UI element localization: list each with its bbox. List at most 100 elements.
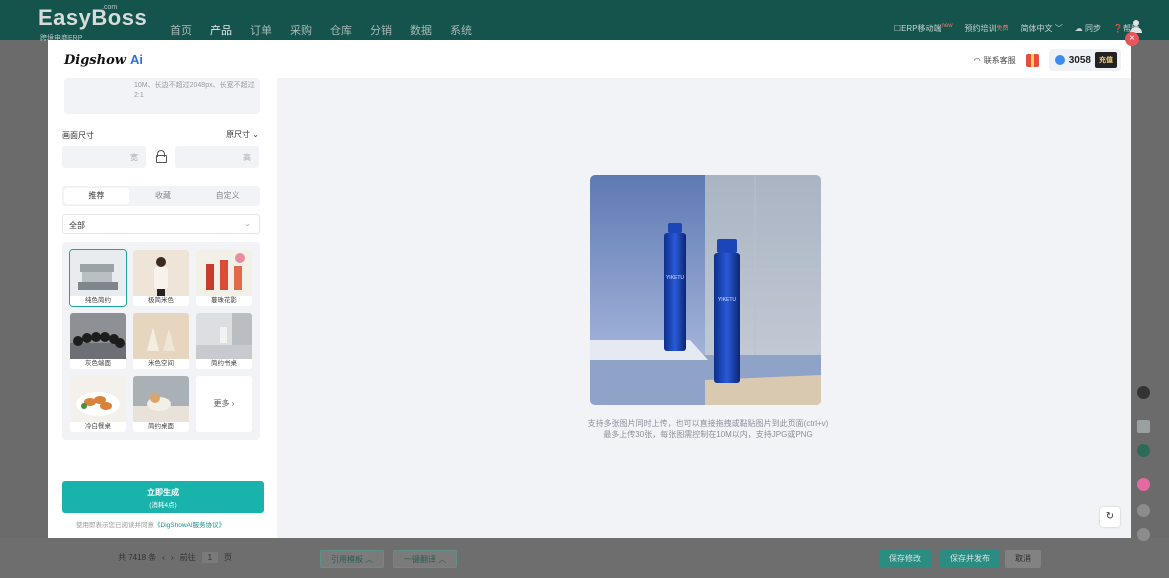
headset-icon: ◠ xyxy=(973,55,981,65)
template-label: 冷白餐桌 xyxy=(70,422,126,432)
tab-favorites[interactable]: 收藏 xyxy=(131,186,196,206)
logo-ai: Ai xyxy=(129,52,143,67)
template-card[interactable]: 冷白餐桌 xyxy=(70,376,126,432)
template-thumbnail xyxy=(70,376,126,422)
template-label: 灰色端面 xyxy=(70,359,126,369)
template-thumbnail xyxy=(133,376,189,422)
modal-header: Digshow Ai ◠ 联系客服 3058 充值 xyxy=(48,40,1131,78)
bottle-brand-left: YIKETU xyxy=(666,275,684,281)
template-thumbnail xyxy=(70,250,126,296)
digshow-modal: Digshow Ai ◠ 联系客服 3058 充值 10M、长边不超过2048px、… xyxy=(48,40,1131,538)
question-icon: ❓ xyxy=(1113,24,1123,33)
chevron-down-icon: ⌄ xyxy=(252,130,259,139)
template-thumbnail xyxy=(196,313,252,359)
menu-warehouse[interactable]: 仓库 xyxy=(330,22,352,38)
save-publish-button[interactable]: 保存并发布 xyxy=(940,550,1000,568)
save-edit-button[interactable]: 保存修改 xyxy=(879,550,931,568)
upload-hint-line2: 最多上传30张，每张图需控制在10M以内，支持JPG或PNG xyxy=(603,430,813,439)
top-icon[interactable] xyxy=(1137,528,1150,541)
promo-icon[interactable] xyxy=(1137,478,1150,491)
menu-data[interactable]: 数据 xyxy=(410,22,432,38)
header-actions: ◠ 联系客服 3058 充值 xyxy=(974,49,1121,71)
menu-products[interactable]: 产品 xyxy=(210,22,232,38)
cite-template-button[interactable]: 引用模板 ︿ xyxy=(320,550,385,568)
document-icon[interactable] xyxy=(1137,420,1150,433)
template-thumbnail xyxy=(70,313,126,359)
upload-hint: 10M、长边不超过2048px、长宽不超过2:1 xyxy=(134,82,255,99)
template-card[interactable]: 米色空间 xyxy=(133,313,189,369)
cite-template-label: 引用模板 xyxy=(331,555,363,564)
translate-button[interactable]: 一键翻译 ︿ xyxy=(393,550,458,568)
chat-icon[interactable] xyxy=(1137,444,1150,457)
upload-hint-line1: 支持多张图片同时上传，也可以直接拖拽或黏贴图片到此页面(ctrl+v) xyxy=(587,419,829,428)
menu-orders[interactable]: 订单 xyxy=(250,22,272,38)
nav-right: ☐ERP移动端new 预约培训免费 简体中文 ﹀ ☁ 同步 ❓帮助 xyxy=(894,23,1139,34)
width-input[interactable]: 宽 xyxy=(62,146,146,168)
page-input[interactable]: 1 xyxy=(201,552,219,563)
brand-domain: .com xyxy=(102,4,118,11)
template-card[interactable]: 灰色端面 xyxy=(70,313,126,369)
logo-text: Digshow xyxy=(64,53,126,68)
template-card[interactable]: 简约书桌 xyxy=(196,313,252,369)
template-label: 极简米色 xyxy=(133,296,189,306)
recharge-button[interactable]: 充值 xyxy=(1095,52,1117,68)
template-label: 蔓珠花影 xyxy=(196,296,252,306)
upload-area[interactable]: 10M、长边不超过2048px、长宽不超过2:1 xyxy=(64,78,260,114)
menu-home[interactable]: 首页 xyxy=(170,22,192,38)
chevron-up-icon: ︿ xyxy=(438,555,447,564)
product-preview-image[interactable]: YIKETU YIKETU xyxy=(590,175,821,405)
height-input[interactable]: 高 xyxy=(175,146,259,168)
template-thumbnail xyxy=(196,250,252,296)
canvas-size-value: 原尺寸 xyxy=(226,130,251,139)
template-label: 简约桌面 xyxy=(133,422,189,432)
template-card[interactable]: 极简米色 xyxy=(133,250,189,306)
category-value: 全部 xyxy=(69,221,85,230)
tab-recommended[interactable]: 推荐 xyxy=(64,188,129,204)
prev-page-icon[interactable]: ‹ xyxy=(162,553,165,562)
chevron-down-icon: ﹀ xyxy=(1054,24,1063,33)
generate-cost: (消耗4点) xyxy=(149,502,177,509)
close-icon[interactable]: × xyxy=(1125,32,1139,46)
language-select[interactable]: 简体中文 ﹀ xyxy=(1021,23,1063,34)
top-navigation: EasyBoss .com 跨境电商ERP 首页 产品 订单 采购 仓库 分销 … xyxy=(0,0,1169,42)
canvas-size-label: 画面尺寸 xyxy=(62,131,94,140)
sync-link[interactable]: ☁ 同步 xyxy=(1075,23,1101,34)
next-page-icon[interactable]: › xyxy=(171,553,174,562)
generate-button[interactable]: 立即生成 (消耗4点) xyxy=(62,481,264,513)
template-label: 米色空间 xyxy=(133,359,189,369)
robot-icon[interactable] xyxy=(1137,386,1150,399)
menu-purchase[interactable]: 采购 xyxy=(290,22,312,38)
settings-icon[interactable] xyxy=(1137,504,1150,517)
refresh-icon[interactable]: ↻ xyxy=(1100,507,1120,527)
points-balance: 3058 充值 xyxy=(1048,49,1121,71)
service-agreement-link[interactable]: 《DigShowAI服务协议》 xyxy=(154,522,225,529)
canvas-size-select[interactable]: 原尺寸 ⌄ xyxy=(226,129,259,140)
template-thumbnail xyxy=(133,250,189,296)
sync-label: 同步 xyxy=(1085,24,1102,33)
gift-icon[interactable] xyxy=(1025,53,1039,67)
category-select[interactable]: 全部 ⌄ xyxy=(62,214,260,234)
main-menu: 首页 产品 订单 采购 仓库 分销 数据 系统 xyxy=(170,22,472,38)
template-card[interactable]: 蔓珠花影 xyxy=(196,250,252,306)
agreement-prefix: 使用即表示您已阅读并同意 xyxy=(76,522,154,529)
more-templates-button[interactable]: 更多 › xyxy=(196,376,252,432)
menu-distribution[interactable]: 分销 xyxy=(370,22,392,38)
template-label: 纯色简约 xyxy=(70,296,126,306)
language-label: 简体中文 xyxy=(1020,24,1053,33)
template-card[interactable]: 简约桌面 xyxy=(133,376,189,432)
generate-label: 立即生成 xyxy=(147,488,179,497)
free-badge: 免费 xyxy=(996,26,1009,32)
chevron-down-icon: ⌄ xyxy=(244,219,251,228)
menu-system[interactable]: 系统 xyxy=(450,22,472,38)
erp-mobile-link[interactable]: ☐ERP移动端new xyxy=(894,23,953,34)
translate-label: 一键翻译 xyxy=(404,555,436,564)
template-tabs: 推荐 收藏 自定义 xyxy=(62,186,260,206)
lock-icon[interactable] xyxy=(156,150,167,163)
tab-custom[interactable]: 自定义 xyxy=(195,186,260,206)
template-card[interactable]: 纯色简约 xyxy=(69,249,127,307)
training-link[interactable]: 预约培训免费 xyxy=(965,23,1009,34)
coin-icon xyxy=(1054,55,1065,65)
cancel-button[interactable]: 取消 xyxy=(1005,550,1041,568)
easyboss-logo[interactable]: EasyBoss .com 跨境电商ERP xyxy=(38,4,147,42)
contact-support-button[interactable]: ◠ 联系客服 xyxy=(974,55,1016,66)
